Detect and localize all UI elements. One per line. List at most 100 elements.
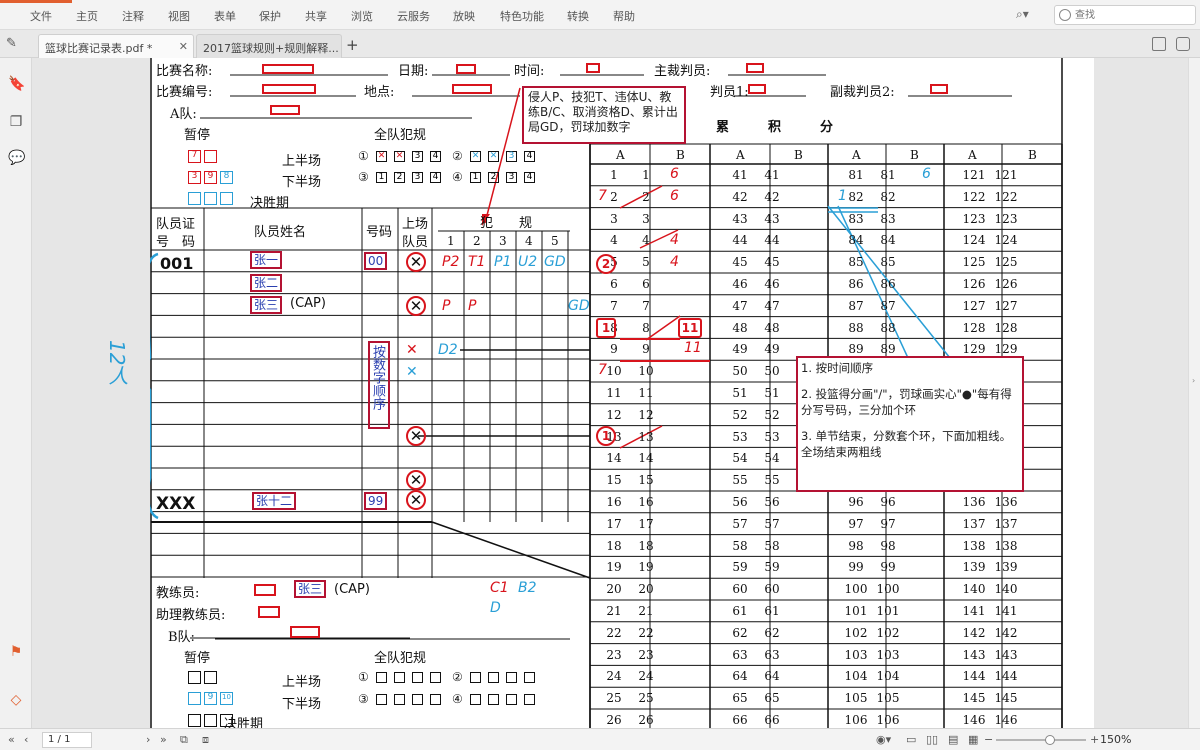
star-icon[interactable]: ⚑ [8,644,24,660]
eye-icon[interactable]: ◉▾ [876,733,891,746]
score-number[interactable]: 123 [960,212,988,226]
score-number[interactable]: 136 [992,495,1020,509]
timeout-box[interactable] [188,671,201,684]
score-number[interactable]: 85 [842,255,870,269]
team-foul-box[interactable] [506,672,517,683]
player-name-2[interactable]: 张二 [250,274,283,292]
score-number[interactable]: 58 [758,539,786,553]
score-number[interactable]: 96 [874,495,902,509]
team-foul-box[interactable]: 4 [430,172,441,183]
tab-basketball-record[interactable]: 篮球比赛记录表.pdf * ✕ [38,34,194,58]
score-number[interactable]: 44 [726,233,754,247]
score-number[interactable]: 106 [874,713,902,727]
score-number[interactable]: 58 [726,539,754,553]
score-number[interactable]: 45 [758,255,786,269]
score-number[interactable]: 51 [758,386,786,400]
score-number[interactable]: 20 [632,582,660,596]
score-number[interactable]: 105 [874,691,902,705]
menu-form[interactable]: 表单 [214,8,236,24]
score-number[interactable]: 145 [960,691,988,705]
score-number[interactable]: 13 [632,430,660,444]
field-team-a[interactable] [270,105,300,115]
score-number[interactable]: 6 [632,277,660,291]
scroll-expand-icon[interactable]: › [1192,376,1195,385]
score-number[interactable]: 12 [632,408,660,422]
book-view-icon[interactable]: ▦ [968,733,978,746]
zoom-in-icon[interactable]: + [1090,733,1099,746]
team-foul-box[interactable] [412,672,423,683]
score-number[interactable]: 138 [992,539,1020,553]
score-number[interactable]: 100 [874,582,902,596]
page-indicator[interactable]: 1 / 1 [42,732,92,748]
tab-rules[interactable]: 2017篮球规则+规则解释... [196,34,342,58]
field-chief-referee[interactable] [746,63,764,73]
coach-name[interactable]: 张三 [294,580,327,598]
team-foul-box[interactable] [470,672,481,683]
score-number[interactable]: 47 [726,299,754,313]
score-number[interactable]: 53 [726,430,754,444]
score-number[interactable]: 137 [992,517,1020,531]
score-number[interactable]: 64 [758,669,786,683]
score-number[interactable]: 14 [632,451,660,465]
team-foul-box[interactable] [524,694,535,705]
score-number[interactable]: 25 [632,691,660,705]
score-number[interactable]: 4 [632,233,660,247]
score-number[interactable]: 51 [726,386,754,400]
score-number[interactable]: 143 [960,648,988,662]
score-number[interactable]: 129 [960,342,988,356]
team-foul-box[interactable]: 4 [524,151,535,162]
bookmark-icon[interactable]: 🔖 [8,76,25,92]
score-number[interactable]: 63 [726,648,754,662]
team-foul-box[interactable]: 3 [506,151,517,162]
zoom-out-icon[interactable]: − [984,733,993,746]
score-number[interactable]: 52 [726,408,754,422]
team-foul-box[interactable] [376,672,387,683]
score-number[interactable]: 136 [960,495,988,509]
player-name-1[interactable]: 张一 [250,251,283,269]
score-number[interactable]: 128 [960,321,988,335]
timeout-box[interactable]: 10 [220,692,233,705]
score-number[interactable]: 104 [874,669,902,683]
player-name-3[interactable]: 张三 [250,296,283,314]
window-layout-icon[interactable] [1152,37,1166,51]
score-number[interactable]: 141 [992,604,1020,618]
score-number[interactable]: 96 [842,495,870,509]
zoom-level[interactable]: 150% [1100,733,1131,746]
score-number[interactable]: 99 [842,560,870,574]
score-number[interactable]: 103 [874,648,902,662]
score-number[interactable]: 25 [600,691,628,705]
find-tools-icon[interactable]: ⌕▾ [1016,7,1038,23]
close-icon[interactable]: ✕ [179,40,188,53]
prev-page-icon[interactable]: ‹ [24,733,28,746]
score-number[interactable]: 1 [632,168,660,182]
menu-share[interactable]: 共享 [305,8,327,24]
score-number[interactable]: 102 [874,626,902,640]
score-number[interactable]: 41 [758,168,786,182]
score-number[interactable]: 129 [992,342,1020,356]
score-number[interactable]: 43 [758,212,786,226]
field-time[interactable] [586,63,600,73]
menu-features[interactable]: 特色功能 [500,8,544,24]
score-number[interactable]: 121 [992,168,1020,182]
score-number[interactable]: 89 [842,342,870,356]
score-number[interactable]: 53 [758,430,786,444]
timeout-box[interactable] [204,192,217,205]
next-page-icon[interactable]: › [146,733,150,746]
score-number[interactable]: 82 [874,190,902,204]
score-number[interactable]: 24 [632,669,660,683]
score-number[interactable]: 41 [726,168,754,182]
score-number[interactable]: 16 [632,495,660,509]
score-number[interactable]: 101 [842,604,870,618]
score-number[interactable]: 126 [992,277,1020,291]
score-number[interactable]: 59 [726,560,754,574]
timeout-box[interactable] [188,192,201,205]
score-number[interactable]: 127 [960,299,988,313]
score-number[interactable]: 17 [600,517,628,531]
score-number[interactable]: 62 [758,626,786,640]
timeout-box[interactable] [204,671,217,684]
score-number[interactable]: 81 [874,168,902,182]
restore-icon[interactable] [1176,37,1190,51]
score-number[interactable]: 139 [992,560,1020,574]
zoom-slider-thumb[interactable] [1045,735,1055,745]
score-number[interactable]: 5 [632,255,660,269]
